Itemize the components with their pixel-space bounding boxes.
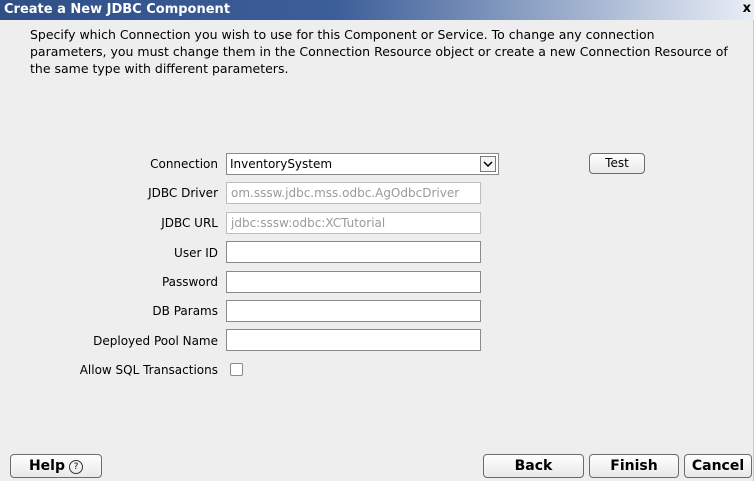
jdbc-url-field: [226, 212, 481, 234]
title-bar: Create a New JDBC Component x: [0, 0, 754, 20]
jdbc-component-dialog: Create a New JDBC Component x Specify wh…: [0, 0, 754, 481]
allow-sql-label: Allow SQL Transactions: [79, 363, 218, 377]
connection-select[interactable]: InventorySystem: [226, 153, 499, 175]
user-id-label: User ID: [174, 246, 218, 260]
chevron-down-icon[interactable]: [480, 156, 496, 172]
back-button[interactable]: Back: [483, 454, 584, 478]
finish-button[interactable]: Finish: [589, 454, 679, 478]
jdbc-url-label: JDBC URL: [161, 216, 218, 230]
db-params-field[interactable]: [226, 300, 481, 322]
test-button[interactable]: Test: [589, 153, 645, 174]
password-field[interactable]: [226, 271, 481, 293]
dialog-title: Create a New JDBC Component: [4, 2, 231, 17]
connection-value: InventorySystem: [230, 157, 333, 171]
close-icon[interactable]: x: [743, 1, 751, 16]
instructions-text: Specify which Connection you wish to use…: [30, 27, 728, 76]
help-button[interactable]: Help?: [10, 454, 102, 478]
pool-name-field[interactable]: [226, 329, 481, 351]
jdbc-driver-field: [226, 182, 481, 204]
user-id-field[interactable]: [226, 241, 481, 263]
help-circle-icon: ?: [69, 460, 84, 474]
pool-name-label: Deployed Pool Name: [93, 334, 218, 348]
jdbc-driver-label: JDBC Driver: [148, 186, 218, 200]
password-label: Password: [161, 275, 218, 289]
allow-sql-checkbox[interactable]: [230, 363, 243, 376]
connection-label: Connection: [150, 157, 218, 171]
db-params-label: DB Params: [152, 304, 218, 318]
help-label: Help: [28, 458, 66, 474]
cancel-button[interactable]: Cancel: [684, 454, 752, 478]
